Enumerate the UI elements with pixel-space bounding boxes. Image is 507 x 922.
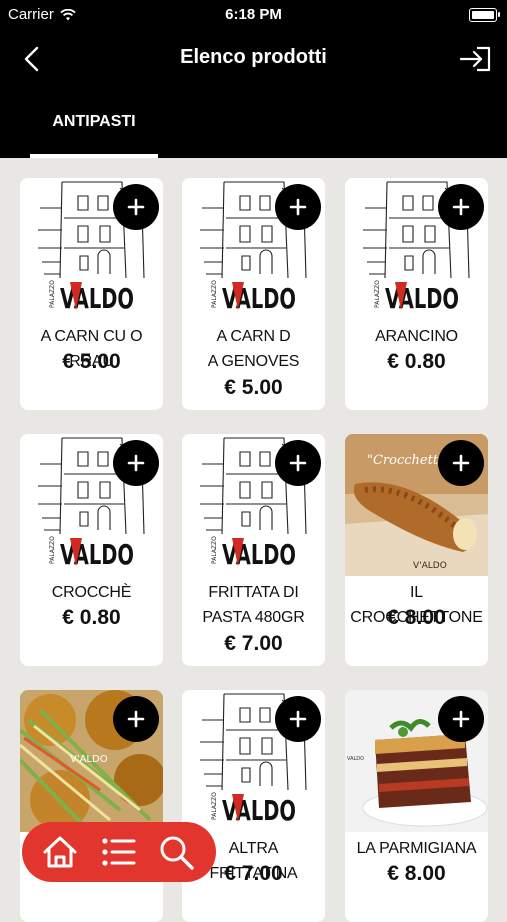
plus-icon: [127, 710, 145, 728]
logo-prefix: PALAZZO: [49, 280, 56, 308]
product-name: CROCCHÈ: [24, 580, 159, 605]
plus-icon: [452, 454, 470, 472]
photo-brand: V'ALDO: [413, 561, 447, 571]
plus-icon: [289, 454, 307, 472]
add-to-cart-button[interactable]: [113, 184, 159, 230]
logo-prefix: PALAZZO: [211, 792, 218, 820]
add-to-cart-button[interactable]: [438, 184, 484, 230]
plus-icon: [289, 198, 307, 216]
logo-prefix: PALAZZO: [374, 280, 381, 308]
product-name-line: LA PARMIGIANA: [356, 840, 477, 857]
product-card[interactable]: PALAZZO VALDO A CARN CU O RRAU € 5.00: [20, 178, 163, 410]
product-price: € 0.80: [62, 606, 121, 629]
logo-prefix: PALAZZO: [211, 280, 218, 308]
product-price: € 8.00: [387, 606, 446, 629]
product-name: FRITTATA DI PASTA 480GR: [186, 580, 321, 630]
battery-icon: [469, 8, 500, 22]
product-price: € 5.00: [62, 350, 121, 373]
list-icon[interactable]: [98, 832, 138, 872]
product-card[interactable]: PALAZZO VALDO A CARN DA GENOVES € 5.00: [182, 178, 325, 410]
product-card[interactable]: "Crocchett V'ALDO IL CROCCHETTONE € 8.00: [345, 434, 488, 666]
product-price: € 7.00: [224, 632, 283, 655]
add-to-cart-button[interactable]: [275, 696, 321, 742]
nav-bar: Elenco prodotti: [0, 28, 507, 90]
photo-brand: V'ALDO: [70, 754, 108, 765]
product-card[interactable]: PALAZZO VALDO FRITTATA DI PASTA 480GR € 7.…: [182, 434, 325, 666]
product-name: LA PARMIGIANA: [349, 836, 484, 861]
photo-brand: VALDO: [347, 756, 364, 762]
status-bar: Carrier 6:18 PM: [0, 0, 507, 28]
search-icon[interactable]: [156, 832, 196, 872]
home-icon[interactable]: [40, 832, 80, 872]
product-name-line: A CARN D: [216, 328, 291, 345]
add-to-cart-button[interactable]: [438, 696, 484, 742]
tab-label: ANTIPASTI: [52, 113, 136, 130]
add-to-cart-button[interactable]: [275, 440, 321, 486]
product-name-line: PASTA 480GR: [202, 609, 305, 626]
bottom-nav: [22, 822, 216, 882]
product-name-line: CROCCHÈ: [51, 584, 132, 601]
plus-icon: [127, 198, 145, 216]
product-name-line: FRITTATA DI: [208, 584, 299, 601]
plus-icon: [452, 198, 470, 216]
product-card[interactable]: PALAZZO VALDO ALTRA FRITTATINA € 7.00: [182, 690, 325, 922]
category-tabs: ANTIPASTI: [0, 90, 507, 158]
add-to-cart-button[interactable]: [275, 184, 321, 230]
plus-icon: [452, 710, 470, 728]
product-name-line: ARANCINO: [375, 328, 458, 345]
product-price: € 0.80: [387, 350, 446, 373]
product-card[interactable]: PALAZZO VALDO ARANCINO € 0.80: [345, 178, 488, 410]
status-time: 6:18 PM: [225, 6, 282, 23]
product-name: A CARN D A GENOVES: [186, 324, 321, 374]
page-title: Elenco prodotti: [180, 46, 327, 68]
add-to-cart-button[interactable]: [113, 696, 159, 742]
logout-icon[interactable]: [457, 42, 493, 76]
product-card[interactable]: VALDO LA PARMIGIANA € 8.00: [345, 690, 488, 922]
photo-caption: "Crocchett: [367, 453, 439, 468]
product-name: ARANCINO: [349, 324, 484, 349]
add-to-cart-button[interactable]: [113, 440, 159, 486]
tab-antipasti[interactable]: ANTIPASTI: [30, 90, 158, 158]
product-price: € 5.00: [224, 376, 283, 399]
product-price: € 8.00: [387, 862, 446, 885]
add-to-cart-button[interactable]: [438, 440, 484, 486]
tab-active-indicator: [30, 154, 158, 158]
product-card[interactable]: V'ALDO FRITTATA€ 8.00: [20, 690, 163, 922]
product-card[interactable]: PALAZZO VALDO CROCCHÈ € 0.80: [20, 434, 163, 666]
plus-icon: [289, 710, 307, 728]
logo-prefix: PALAZZO: [211, 536, 218, 564]
logo-prefix: PALAZZO: [49, 536, 56, 564]
plus-icon: [127, 454, 145, 472]
product-name-line: A GENOVES: [207, 353, 300, 370]
